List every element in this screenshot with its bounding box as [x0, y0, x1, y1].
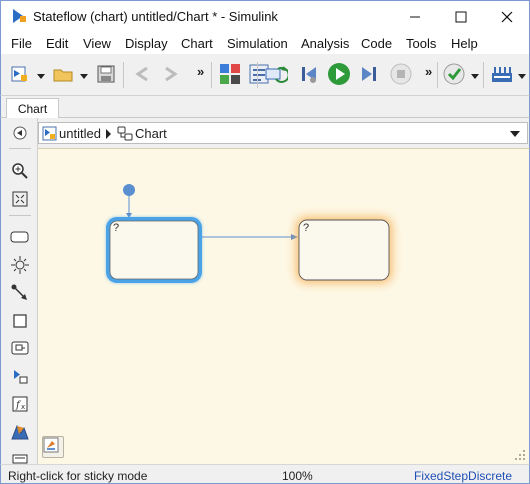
stateflow-app-icon — [10, 7, 28, 25]
chart-diagram — [106, 184, 392, 283]
breadcrumb-dropdown-icon[interactable] — [510, 131, 520, 137]
step-back-icon[interactable] — [296, 61, 322, 87]
toolbar: » » — [0, 54, 530, 96]
step-forward-icon[interactable] — [356, 61, 382, 87]
toolbar-separator — [123, 62, 124, 88]
status-zoom: 100% — [282, 469, 313, 483]
menu-edit[interactable]: Edit — [46, 36, 68, 51]
default-transition-tool-icon[interactable] — [9, 282, 31, 304]
stop-icon[interactable] — [388, 61, 414, 87]
state-tool-icon[interactable] — [9, 226, 31, 248]
breadcrumb-bar: untitled Chart — [38, 118, 530, 148]
status-bar: Right-click for sticky mode 100% FixedSt… — [0, 464, 530, 484]
breadcrumb-separator-icon — [106, 129, 111, 139]
build-dropdown-icon[interactable] — [517, 69, 527, 79]
close-icon[interactable] — [484, 1, 530, 32]
default-transition-dot[interactable] — [123, 184, 135, 196]
menu-simulation[interactable]: Simulation — [227, 36, 288, 51]
back-navigate-icon[interactable] — [9, 122, 31, 144]
menu-bar: File Edit View Display Chart Simulation … — [0, 32, 530, 54]
breadcrumb-item-untitled[interactable]: untitled — [59, 126, 101, 141]
truth-table-icon[interactable] — [9, 365, 31, 387]
menu-chart[interactable]: Chart — [181, 36, 213, 51]
toolbar-overflow-2[interactable]: » — [425, 64, 432, 79]
model-browser-toggle-icon[interactable] — [42, 436, 64, 458]
menu-tools[interactable]: Tools — [406, 36, 436, 51]
palette-separator — [9, 148, 31, 149]
state-1-border — [109, 220, 199, 280]
resize-grip-icon[interactable] — [513, 448, 527, 462]
state-2-label[interactable]: ? — [303, 222, 309, 234]
update-diagram-icon[interactable] — [263, 61, 289, 87]
maximize-icon[interactable] — [438, 1, 484, 32]
open-dropdown-icon[interactable] — [79, 69, 89, 79]
toolbar-separator — [257, 62, 258, 88]
title-bar: Stateflow (chart) untitled/Chart * - Sim… — [0, 0, 530, 32]
new-model-icon[interactable] — [7, 61, 33, 87]
simulink-function-icon[interactable] — [9, 421, 31, 443]
menu-analysis[interactable]: Analysis — [301, 36, 349, 51]
zoom-in-icon[interactable] — [9, 160, 31, 182]
toolbar-overflow-1[interactable]: » — [197, 64, 204, 79]
menu-file[interactable]: File — [11, 36, 32, 51]
breadcrumb-item-chart[interactable]: Chart — [135, 126, 167, 141]
window-title: Stateflow (chart) untitled/Chart * - Sim… — [33, 9, 278, 24]
advisor-dropdown-icon[interactable] — [470, 69, 480, 79]
save-icon[interactable] — [93, 61, 119, 87]
tool-palette: fx — [0, 118, 38, 464]
svg-text:x: x — [21, 403, 25, 411]
run-icon[interactable] — [326, 61, 352, 87]
palette-separator — [9, 215, 31, 216]
state-1-label[interactable]: ? — [113, 222, 119, 234]
model-icon — [42, 126, 57, 141]
menu-code[interactable]: Code — [361, 36, 392, 51]
forward-arrow-icon[interactable] — [158, 61, 184, 87]
minimize-icon[interactable] — [392, 1, 438, 32]
chart-canvas[interactable]: ? ? — [38, 148, 530, 464]
back-arrow-icon[interactable] — [129, 61, 155, 87]
graphical-function-icon[interactable] — [9, 337, 31, 359]
junction-tool-icon[interactable] — [9, 254, 31, 276]
chart-icon — [117, 126, 133, 141]
breadcrumb: untitled Chart — [38, 122, 528, 144]
fit-to-view-icon[interactable] — [9, 188, 31, 210]
box-tool-icon[interactable] — [9, 310, 31, 332]
tab-chart[interactable]: Chart — [6, 98, 59, 119]
toolbar-separator — [437, 62, 438, 88]
status-hint: Right-click for sticky mode — [8, 469, 148, 483]
build-icon[interactable] — [489, 61, 515, 87]
matlab-function-icon[interactable]: fx — [9, 393, 31, 415]
tab-strip: Chart — [0, 96, 530, 119]
menu-view[interactable]: View — [83, 36, 111, 51]
new-dropdown-icon[interactable] — [36, 69, 46, 79]
open-folder-icon[interactable] — [50, 61, 76, 87]
state-2[interactable] — [298, 219, 390, 281]
status-solver-link[interactable]: FixedStepDiscrete — [414, 469, 512, 483]
toolbar-separator — [211, 62, 212, 88]
library-browser-icon[interactable] — [217, 61, 243, 87]
menu-help[interactable]: Help — [451, 36, 478, 51]
toolbar-separator — [483, 62, 484, 88]
model-advisor-icon[interactable] — [441, 61, 467, 87]
menu-display[interactable]: Display — [125, 36, 168, 51]
